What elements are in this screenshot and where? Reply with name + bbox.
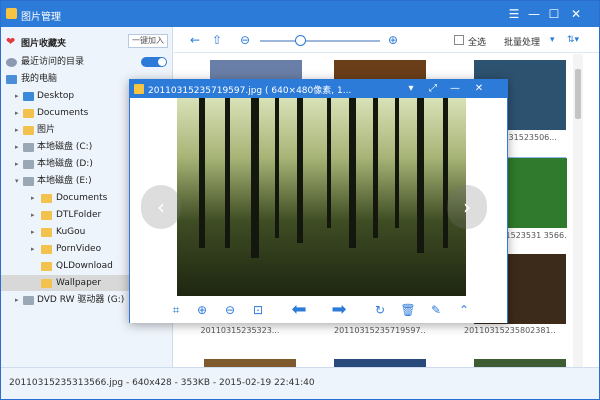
zoom-in-icon[interactable]: ⊕ bbox=[386, 33, 400, 47]
tree-label: Desktop bbox=[37, 91, 75, 101]
expand-icon[interactable]: ▸ bbox=[15, 88, 19, 104]
tree-label: KuGou bbox=[56, 227, 86, 237]
tree-label: Wallpaper bbox=[56, 278, 102, 288]
tree-label: Documents bbox=[56, 193, 108, 203]
thumbnail-caption: 20110315235323... bbox=[200, 326, 280, 335]
thumbnail-caption: 20110315235802381... bbox=[464, 326, 556, 335]
image-file-icon bbox=[134, 84, 144, 94]
tree-label: 图片 bbox=[37, 125, 56, 135]
recent-toggle[interactable] bbox=[141, 57, 167, 67]
menu-icon[interactable]: ☰ bbox=[505, 5, 523, 23]
viewer-title-bar[interactable]: 20110315235719597.jpg ( 640×480像素, 1... … bbox=[130, 80, 507, 98]
status-bar: 20110315235313566.jpg - 640x428 - 353KB … bbox=[1, 367, 599, 399]
favorites-row[interactable]: ❤ 图片收藏夹 一键加入 bbox=[1, 31, 173, 49]
app-window: 图片管理 ☰ — ☐ ✕ ❤ 图片收藏夹 一键加入 最近访问的目录 我的电脑 ▸ bbox=[0, 0, 600, 400]
drive-icon bbox=[23, 143, 34, 152]
expand-icon[interactable]: ▸ bbox=[15, 156, 19, 172]
dvd-icon bbox=[23, 296, 34, 305]
tree-label: QLDownload bbox=[56, 261, 113, 271]
tree-label: 本地磁盘 (E:) bbox=[37, 176, 92, 186]
window-title: 图片管理 bbox=[21, 12, 61, 23]
zoom-out-icon[interactable]: ⊖ bbox=[238, 33, 252, 47]
title-bar: 图片管理 ☰ — ☐ ✕ bbox=[1, 1, 599, 27]
collapse-icon[interactable]: ▾ bbox=[15, 173, 19, 189]
tree-label: 本地磁盘 (D:) bbox=[37, 159, 93, 169]
forest-photo bbox=[177, 98, 466, 296]
heart-icon: ❤ bbox=[6, 35, 16, 48]
drive-icon bbox=[23, 177, 34, 186]
toolbar: ← ⇧ ⊖ ⊕ 全选 批量处理 ▾ ⇅▾ bbox=[174, 27, 599, 53]
tree-label: DVD RW 驱动器 (G:) bbox=[37, 295, 125, 305]
expand-icon[interactable]: ▸ bbox=[15, 122, 19, 138]
drive-icon bbox=[23, 160, 34, 169]
folder-icon bbox=[41, 245, 52, 254]
zoom-in-icon[interactable]: ⊕ bbox=[194, 302, 210, 318]
tree-label: PornVideo bbox=[56, 244, 102, 254]
side-previous-arrow[interactable]: ‹ bbox=[141, 185, 181, 229]
maximize-button[interactable]: ☐ bbox=[545, 5, 563, 23]
recent-label: 最近访问的目录 bbox=[21, 57, 85, 67]
expand-icon[interactable]: ▸ bbox=[31, 224, 35, 240]
minimize-button[interactable]: — bbox=[525, 5, 543, 23]
folder-icon bbox=[41, 228, 52, 237]
tree-label: 我的电脑 bbox=[21, 74, 58, 84]
expand-icon[interactable]: ▸ bbox=[31, 190, 35, 206]
select-all-checkbox[interactable] bbox=[454, 35, 464, 45]
rotate-icon[interactable]: ↻ bbox=[372, 302, 388, 318]
thumbnail-image[interactable] bbox=[334, 359, 426, 367]
expand-icon[interactable]: ▸ bbox=[15, 105, 19, 121]
viewer-close-button[interactable]: ✕ bbox=[472, 81, 486, 97]
desktop-icon bbox=[23, 92, 34, 101]
expand-icon[interactable]: ▸ bbox=[15, 292, 19, 308]
thumbnail-image[interactable] bbox=[474, 359, 566, 367]
thumbnail-caption: 20110315235719597... bbox=[334, 326, 426, 335]
app-logo-icon bbox=[6, 8, 17, 19]
next-image-button[interactable]: ➡ bbox=[326, 301, 352, 319]
tree-label: DTLFolder bbox=[56, 210, 102, 220]
viewer-title: 20110315235719597.jpg ( 640×480像素, 1... bbox=[148, 86, 352, 96]
sort-icon[interactable]: ⇅▾ bbox=[567, 35, 579, 45]
tree-label: Documents bbox=[37, 108, 89, 118]
expand-icon[interactable]: ▸ bbox=[15, 139, 19, 155]
viewer-toolbar: ⌗ ⊕ ⊖ ⊡ ⬅ ➡ ↻ 🗑 ✎ ⌃ bbox=[130, 297, 507, 323]
folder-up-icon[interactable]: ⇧ bbox=[210, 33, 224, 47]
delete-icon[interactable]: 🗑 bbox=[400, 302, 416, 318]
select-all-label[interactable]: 全选 bbox=[468, 35, 486, 48]
batch-process-button[interactable]: 批量处理 bbox=[504, 35, 540, 48]
batch-dropdown-icon[interactable]: ▾ bbox=[550, 35, 555, 45]
side-next-arrow[interactable]: › bbox=[447, 185, 487, 229]
scrollbar-thumb[interactable] bbox=[575, 69, 581, 119]
expand-icon[interactable]: ▸ bbox=[31, 207, 35, 223]
clock-icon bbox=[6, 58, 17, 67]
tree-label: 本地磁盘 (C:) bbox=[37, 142, 93, 152]
fit-icon[interactable]: ⊡ bbox=[250, 302, 266, 318]
folder-icon bbox=[41, 211, 52, 220]
expand-icon[interactable]: ▸ bbox=[31, 241, 35, 257]
folder-icon bbox=[41, 194, 52, 203]
computer-icon bbox=[6, 75, 17, 84]
zoom-slider-knob[interactable] bbox=[295, 35, 306, 46]
fullscreen-icon[interactable]: ⤢ bbox=[426, 81, 440, 97]
zoom-out-icon[interactable]: ⊖ bbox=[222, 302, 238, 318]
viewer-minimize-button[interactable]: — bbox=[448, 81, 462, 97]
thumbnail-image[interactable] bbox=[204, 359, 296, 367]
folder-icon bbox=[41, 279, 52, 288]
edit-icon[interactable]: ✎ bbox=[428, 302, 444, 318]
status-text: 20110315235313566.jpg - 640x428 - 353KB … bbox=[9, 378, 315, 388]
crop-icon[interactable]: ⌗ bbox=[168, 302, 184, 318]
favorites-label: 图片收藏夹 bbox=[21, 39, 67, 49]
back-icon[interactable]: ← bbox=[188, 33, 202, 47]
more-icon[interactable]: ⌃ bbox=[456, 302, 472, 318]
add-to-favorites-button[interactable]: 一键加入 bbox=[128, 34, 168, 48]
previous-image-button[interactable]: ⬅ bbox=[286, 301, 312, 319]
zoom-slider[interactable] bbox=[260, 40, 380, 42]
folder-icon bbox=[41, 262, 52, 271]
dropdown-icon[interactable]: ▾ bbox=[404, 81, 418, 97]
folder-icon bbox=[23, 126, 34, 135]
close-button[interactable]: ✕ bbox=[567, 5, 585, 23]
recent-directories-item[interactable]: 最近访问的目录 bbox=[1, 54, 173, 70]
folder-icon bbox=[23, 109, 34, 118]
